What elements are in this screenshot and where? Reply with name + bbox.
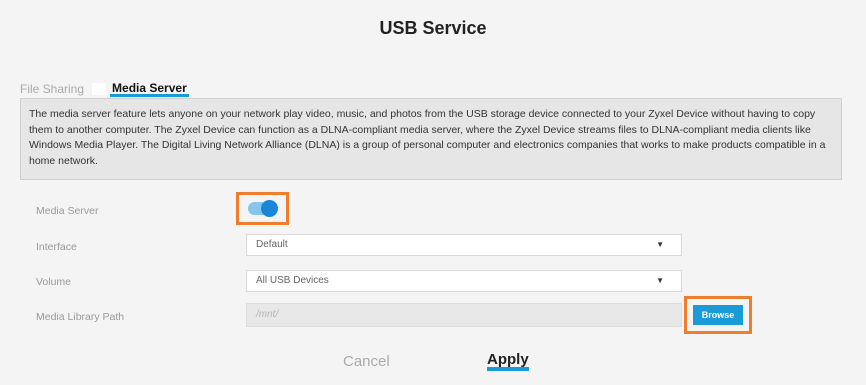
- cancel-button[interactable]: Cancel: [343, 353, 390, 370]
- tab-bar: File Sharing Media Server: [20, 80, 189, 98]
- media-server-toggle[interactable]: [248, 200, 278, 217]
- volume-label: Volume: [36, 276, 72, 288]
- volume-select-value: All USB Devices: [256, 275, 329, 286]
- tab-media-server[interactable]: Media Server: [110, 82, 189, 97]
- interface-select[interactable]: Default ▼: [246, 234, 682, 256]
- media-server-label: Media Server: [36, 205, 99, 217]
- interface-label: Interface: [36, 241, 77, 253]
- description-box: The media server feature lets anyone on …: [20, 98, 842, 180]
- tab-file-sharing[interactable]: File Sharing: [20, 80, 88, 98]
- tab-separator: [92, 83, 107, 95]
- media-library-path-label: Media Library Path: [36, 311, 125, 323]
- browse-button[interactable]: Browse: [693, 305, 743, 325]
- chevron-down-icon: ▼: [656, 276, 664, 285]
- toggle-highlight-frame: [236, 192, 289, 225]
- chevron-down-icon: ▼: [656, 240, 664, 249]
- volume-select[interactable]: All USB Devices ▼: [246, 270, 682, 292]
- browse-highlight-frame: Browse: [684, 296, 752, 334]
- media-library-path-field[interactable]: /mnt/: [246, 303, 682, 327]
- apply-button[interactable]: Apply: [487, 352, 529, 371]
- interface-select-value: Default: [256, 239, 288, 250]
- page-title: USB Service: [379, 18, 487, 38]
- toggle-knob: [261, 200, 278, 217]
